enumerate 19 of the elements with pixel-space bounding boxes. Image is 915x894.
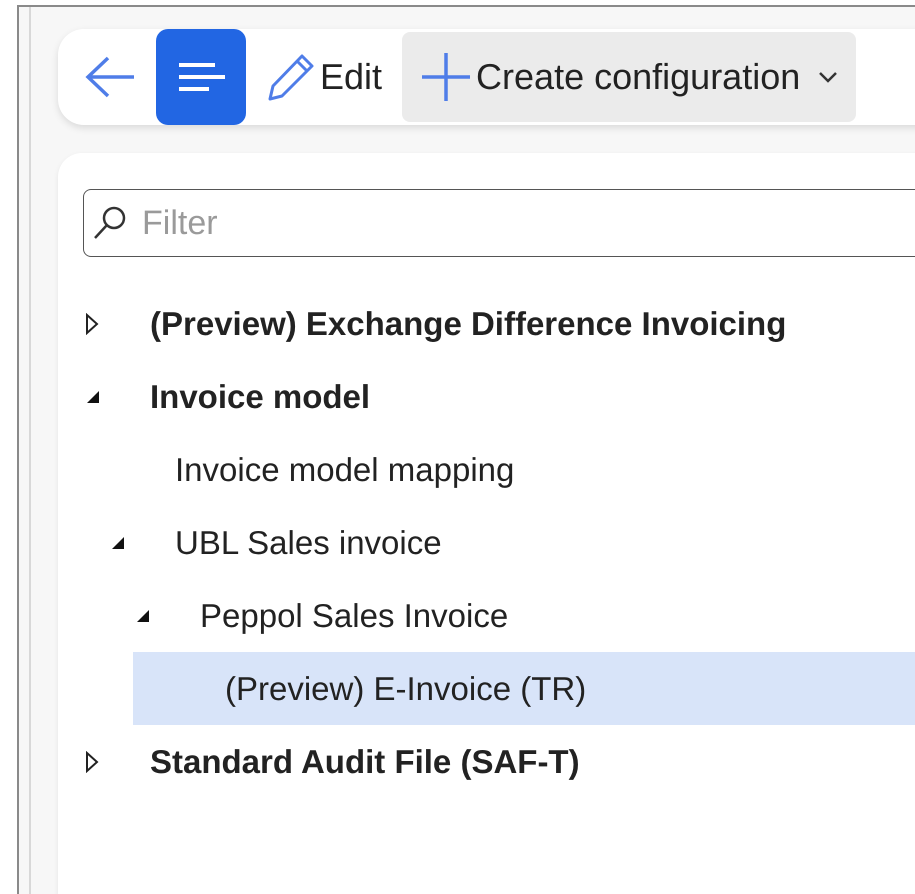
edit-button[interactable]: Edit [258,29,390,125]
tree-item[interactable]: Invoice model mapping [83,433,915,506]
expanded-triangle-icon[interactable] [135,608,151,624]
list-view-button[interactable] [156,29,246,125]
tree-item[interactable]: (Preview) E-Invoice (TR) [133,652,915,725]
create-configuration-button[interactable]: Create configuration [402,32,856,122]
collapsed-triangle-icon[interactable] [85,750,99,772]
tree-item[interactable]: Invoice model [58,360,915,433]
expanded-triangle-icon[interactable] [110,534,126,550]
tree-item[interactable]: Standard Audit File (SAF-T) [58,725,915,798]
filter-field[interactable]: Filter [83,189,915,257]
collapsed-triangle-icon[interactable] [85,312,99,334]
plus-icon [420,51,472,103]
tree-item[interactable]: UBL Sales invoice [83,506,915,579]
pencil-icon [266,52,316,102]
tree-item[interactable]: (Preview) Exchange Difference Invoicing [58,287,915,360]
back-arrow-icon [84,55,136,99]
expanded-triangle-icon[interactable] [85,388,101,404]
tree-item[interactable]: Peppol Sales Invoice [108,579,915,652]
